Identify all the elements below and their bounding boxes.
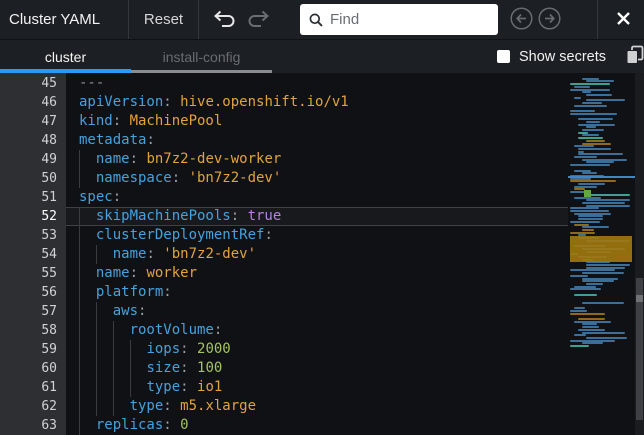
code-area[interactable]: ---apiVersion: hive.openshift.io/v1kind:… [66, 73, 568, 435]
yaml-editor[interactable]: 45464748495051525354555657585960616263 -… [0, 73, 644, 435]
line-number: 56 [0, 283, 66, 302]
line-number: 59 [0, 340, 66, 359]
history-controls [199, 10, 284, 30]
code-line-63[interactable]: replicas: 0 [66, 416, 568, 435]
line-number: 61 [0, 378, 66, 397]
code-line-46[interactable]: apiVersion: hive.openshift.io/v1 [66, 93, 568, 112]
line-number-gutter: 45464748495051525354555657585960616263 [0, 73, 66, 435]
close-icon [616, 11, 631, 29]
modal-title: Cluster YAML [0, 11, 128, 28]
code-line-45[interactable]: --- [66, 74, 568, 93]
line-number: 50 [0, 169, 66, 188]
cluster-yaml-modal: Cluster YAML Reset [0, 0, 644, 435]
copy-icon [625, 45, 644, 68]
tab-install-config[interactable]: install-config [131, 40, 272, 73]
redo-button[interactable] [245, 10, 271, 30]
minimap[interactable] [568, 73, 635, 435]
scrollbar-position-marker [636, 295, 643, 302]
undo-icon [212, 10, 238, 30]
tab-bar: cluster install-config Show secrets [0, 40, 644, 73]
show-secrets-label: Show secrets [519, 49, 606, 65]
line-number: 47 [0, 112, 66, 131]
code-line-60[interactable]: size: 100 [66, 359, 568, 378]
code-line-58[interactable]: rootVolume: [66, 321, 568, 340]
find-previous-icon [510, 7, 533, 33]
line-number: 63 [0, 416, 66, 435]
search-icon [309, 13, 323, 27]
code-line-48[interactable]: metadata: [66, 131, 568, 150]
code-line-57[interactable]: aws: [66, 302, 568, 321]
line-number: 51 [0, 188, 66, 207]
line-number: 60 [0, 359, 66, 378]
code-line-54[interactable]: name: 'bn7z2-dev' [66, 245, 568, 264]
line-number: 57 [0, 302, 66, 321]
code-line-56[interactable]: platform: [66, 283, 568, 302]
line-number: 54 [0, 245, 66, 264]
undo-button[interactable] [212, 10, 238, 30]
line-number: 58 [0, 321, 66, 340]
code-line-62[interactable]: type: m5.xlarge [66, 397, 568, 416]
editor-scrollbar[interactable] [635, 73, 644, 435]
find-next-icon [538, 7, 561, 33]
line-number: 46 [0, 93, 66, 112]
line-number: 45 [0, 74, 66, 93]
header-divider [597, 0, 598, 39]
redo-icon [245, 10, 271, 30]
code-line-50[interactable]: namespace: 'bn7z2-dev' [66, 169, 568, 188]
tab-cluster-label: cluster [45, 49, 86, 65]
code-line-53[interactable]: clusterDeploymentRef: [66, 226, 568, 245]
code-line-51[interactable]: spec: [66, 188, 568, 207]
find-input[interactable] [330, 11, 470, 28]
show-secrets-toggle[interactable]: Show secrets [497, 40, 606, 73]
modal-header: Cluster YAML Reset [0, 0, 644, 40]
code-line-49[interactable]: name: bn7z2-dev-worker [66, 150, 568, 169]
find-next-button[interactable] [538, 7, 561, 33]
code-line-47[interactable]: kind: MachinePool [66, 112, 568, 131]
code-line-61[interactable]: type: io1 [66, 378, 568, 397]
code-line-55[interactable]: name: worker [66, 264, 568, 283]
show-secrets-checkbox[interactable] [497, 50, 510, 63]
find-previous-button[interactable] [510, 7, 533, 33]
find-input-wrapper [300, 4, 498, 35]
tab-install-config-label: install-config [163, 49, 241, 65]
code-line-59[interactable]: iops: 2000 [66, 340, 568, 359]
line-number: 52 [0, 207, 66, 226]
line-number: 48 [0, 131, 66, 150]
tab-bar-spacer [272, 40, 497, 73]
reset-button[interactable]: Reset [129, 11, 198, 28]
line-number: 49 [0, 150, 66, 169]
close-button[interactable] [610, 7, 636, 33]
code-line-52[interactable]: skipMachinePools: true [66, 207, 568, 226]
line-number: 53 [0, 226, 66, 245]
tab-cluster[interactable]: cluster [0, 40, 131, 73]
copy-button[interactable] [624, 40, 644, 73]
line-number: 62 [0, 397, 66, 416]
line-number: 55 [0, 264, 66, 283]
